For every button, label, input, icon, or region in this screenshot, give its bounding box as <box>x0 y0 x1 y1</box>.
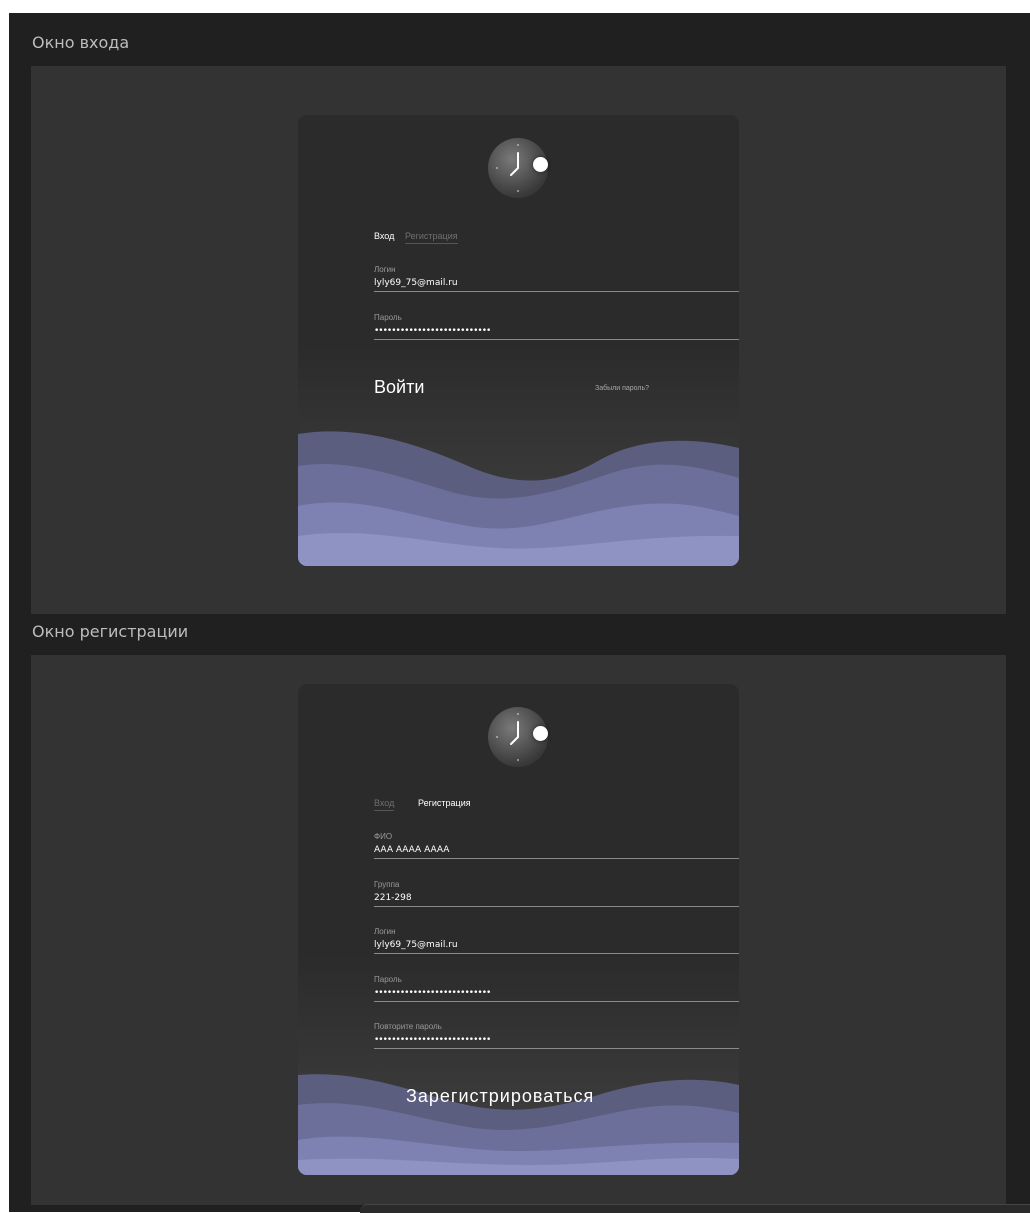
password-field[interactable]: Пароль ••••••••••••••••••••••••••• <box>374 313 739 340</box>
login-field[interactable]: Логин lyly69_75@mail.ru <box>374 265 739 292</box>
tab-login[interactable]: Вход <box>374 798 395 811</box>
design-board: Окно входа Вход Регистрация Логин lyly69… <box>9 13 1030 1212</box>
logo-knob <box>533 157 548 172</box>
group-field[interactable]: Группа 221-298 <box>374 880 739 907</box>
login-label: Логин <box>374 265 396 274</box>
login-input[interactable]: lyly69_75@mail.ru <box>374 277 739 292</box>
fio-label: ФИО <box>374 832 393 841</box>
login-field[interactable]: Логин lyly69_75@mail.ru <box>374 927 739 954</box>
group-label: Группа <box>374 880 400 889</box>
wave-decoration <box>298 1074 739 1175</box>
fio-input[interactable]: AAA AAAA AAAA <box>374 844 739 859</box>
repeat-password-label: Повторите пароль <box>374 1022 442 1031</box>
login-label: Логин <box>374 927 396 936</box>
wave-decoration <box>298 431 739 566</box>
login-frame: Вход Регистрация Логин lyly69_75@mail.ru… <box>31 66 1006 614</box>
forgot-password-link[interactable]: Забыли пароль? <box>595 385 649 392</box>
password-field[interactable]: Пароль ••••••••••••••••••••••••••• <box>374 975 739 1002</box>
login-card: Вход Регистрация Логин lyly69_75@mail.ru… <box>298 115 739 566</box>
login-button[interactable]: Войти <box>374 377 424 398</box>
password-label: Пароль <box>374 313 402 322</box>
repeat-password-field[interactable]: Повторите пароль •••••••••••••••••••••••… <box>374 1022 739 1049</box>
login-frame-title: Окно входа <box>32 33 130 52</box>
login-input[interactable]: lyly69_75@mail.ru <box>374 939 739 954</box>
register-card: Вход Регистрация ФИО AAA AAAA AAAA Групп… <box>298 684 739 1175</box>
clock-icon <box>488 138 548 198</box>
password-label: Пароль <box>374 975 402 984</box>
password-input[interactable]: ••••••••••••••••••••••••••• <box>374 325 739 340</box>
tab-register[interactable]: Регистрация <box>418 798 471 810</box>
clock-icon <box>488 707 548 767</box>
logo-knob <box>533 726 548 741</box>
register-frame-title: Окно регистрации <box>32 622 189 641</box>
register-button[interactable]: Зарегистрироваться <box>406 1086 594 1107</box>
tab-register[interactable]: Регистрация <box>405 231 458 244</box>
tab-login[interactable]: Вход <box>374 231 394 243</box>
group-input[interactable]: 221-298 <box>374 892 739 907</box>
fio-field[interactable]: ФИО AAA AAAA AAAA <box>374 832 739 859</box>
repeat-password-input[interactable]: ••••••••••••••••••••••••••• <box>374 1034 739 1049</box>
register-frame: Вход Регистрация ФИО AAA AAAA AAAA Групп… <box>31 655 1006 1205</box>
password-input[interactable]: ••••••••••••••••••••••••••• <box>374 987 739 1002</box>
